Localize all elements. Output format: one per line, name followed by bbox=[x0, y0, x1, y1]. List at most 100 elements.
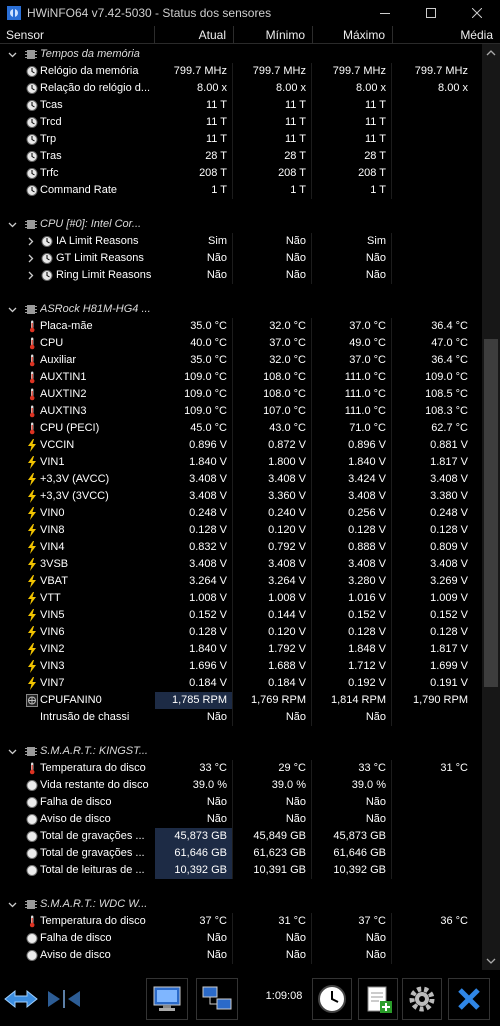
sensor-row[interactable]: CPU (PECI) 45.0 °C 43.0 °C 71.0 °C 62.7 °C bbox=[0, 420, 482, 437]
sensor-row[interactable]: VIN7 0.184 V 0.184 V 0.192 V 0.191 V bbox=[0, 675, 482, 692]
sensor-row[interactable]: +3,3V (3VCC) 3.408 V 3.360 V 3.408 V 3.380 V bbox=[0, 488, 482, 505]
min-value: 3.408 V bbox=[234, 471, 312, 488]
min-value: 10,391 GB bbox=[234, 862, 312, 879]
average-value: 108.5 °C bbox=[425, 388, 468, 400]
sensor-row[interactable]: VIN4 0.832 V 0.792 V 0.888 V 0.809 V bbox=[0, 539, 482, 556]
sensor-row[interactable]: Trp 11 T 11 T 11 T bbox=[0, 131, 482, 148]
vertical-scrollbar[interactable] bbox=[482, 44, 500, 970]
sensor-row[interactable]: Total de leituras de ... 10,392 GB 10,391 … bbox=[0, 862, 482, 879]
column-header-average[interactable]: Média bbox=[393, 26, 500, 44]
clock-icon bbox=[318, 985, 346, 1013]
sensor-row[interactable]: AUXTIN2 109.0 °C 108.0 °C 111.0 °C 108.5 °C bbox=[0, 386, 482, 403]
sensor-row[interactable]: VIN3 1.696 V 1.688 V 1.712 V 1.699 V bbox=[0, 658, 482, 675]
status-circle-icon bbox=[26, 865, 38, 876]
sensor-row[interactable]: IA Limit Reasons Sim Não Sim bbox=[0, 233, 482, 250]
clock-button[interactable] bbox=[312, 978, 352, 1020]
clock-icon bbox=[41, 236, 53, 247]
sensor-row[interactable]: Falha de disco Não Não Não bbox=[0, 794, 482, 811]
sensor-row[interactable]: Falha de disco Não Não Não bbox=[0, 930, 482, 947]
average-value: 3.269 V bbox=[430, 575, 468, 587]
current-value: 0.184 V bbox=[155, 675, 233, 692]
sensor-row[interactable]: GT Limit Reasons Não Não Não bbox=[0, 250, 482, 267]
current-value: 37 °C bbox=[155, 913, 233, 930]
settings-button[interactable] bbox=[402, 978, 442, 1020]
sensor-row[interactable]: VBAT 3.264 V 3.264 V 3.280 V 3.269 V bbox=[0, 573, 482, 590]
window-title: HWiNFO64 v7.42-5030 - Status dos sensore… bbox=[27, 6, 272, 20]
collapse-chevron-icon[interactable] bbox=[7, 49, 18, 60]
collapse-arrows-button[interactable] bbox=[44, 978, 84, 1020]
sensor-name: VTT bbox=[40, 592, 61, 604]
sensor-row[interactable]: CPU 40.0 °C 37.0 °C 49.0 °C 47.0 °C bbox=[0, 335, 482, 352]
sensor-row[interactable]: Tcas 11 T 11 T 11 T bbox=[0, 97, 482, 114]
sensor-row[interactable]: Aviso de disco Não Não Não bbox=[0, 947, 482, 964]
sensor-row[interactable]: Auxiliar 35.0 °C 32.0 °C 37.0 °C 36.4 °C bbox=[0, 352, 482, 369]
sensor-row[interactable]: VIN0 0.248 V 0.240 V 0.256 V 0.248 V bbox=[0, 505, 482, 522]
report-button[interactable] bbox=[146, 978, 188, 1020]
sensor-row[interactable]: VIN6 0.128 V 0.120 V 0.128 V 0.128 V bbox=[0, 624, 482, 641]
maximize-button[interactable] bbox=[408, 0, 454, 26]
sensor-group-header[interactable]: S.M.A.R.T.: WDC W... bbox=[0, 896, 482, 913]
sensor-row[interactable]: Placa-mãe 35.0 °C 32.0 °C 37.0 °C 36.4 °C bbox=[0, 318, 482, 335]
network-button[interactable] bbox=[196, 978, 238, 1020]
sensor-row[interactable]: VTT 1.008 V 1.008 V 1.016 V 1.009 V bbox=[0, 590, 482, 607]
collapse-chevron-icon[interactable] bbox=[7, 746, 18, 757]
sensor-row[interactable]: Vida restante do disco 39.0 % 39.0 % 39.0 % bbox=[0, 777, 482, 794]
navigate-arrows-button[interactable] bbox=[2, 978, 40, 1020]
sensor-name: Falha de disco bbox=[40, 932, 112, 944]
sensor-row[interactable]: Relógio da memória 799.7 MHz 799.7 MHz 799.… bbox=[0, 63, 482, 80]
minimize-button[interactable] bbox=[362, 0, 408, 26]
column-header-sensor[interactable]: Sensor bbox=[0, 26, 155, 44]
sensor-row[interactable]: VCCIN 0.896 V 0.872 V 0.896 V 0.881 V bbox=[0, 437, 482, 454]
collapse-chevron-icon[interactable] bbox=[7, 219, 18, 230]
scrollbar-thumb[interactable] bbox=[484, 339, 498, 687]
sensor-row[interactable]: AUXTIN3 109.0 °C 107.0 °C 111.0 °C 108.3 °C bbox=[0, 403, 482, 420]
sensor-row[interactable]: VIN5 0.152 V 0.144 V 0.152 V 0.152 V bbox=[0, 607, 482, 624]
collapse-chevron-icon[interactable] bbox=[7, 899, 18, 910]
sensor-row[interactable]: Total de gravações ... 61,646 GB 61,623 GB… bbox=[0, 845, 482, 862]
sensor-group-header[interactable]: CPU [#0]: Intel Cor... bbox=[0, 216, 482, 233]
close-button[interactable] bbox=[454, 0, 500, 26]
expand-chevron-icon[interactable] bbox=[25, 236, 36, 247]
add-log-button[interactable] bbox=[358, 978, 398, 1020]
close-sensors-button[interactable] bbox=[448, 978, 490, 1020]
sensor-row[interactable]: Command Rate 1 T1 T1 T bbox=[0, 182, 482, 199]
sensor-row[interactable]: Tras 28 T 28 T 28 T bbox=[0, 148, 482, 165]
min-value: 31 °C bbox=[234, 913, 312, 930]
min-value: Não bbox=[234, 233, 312, 250]
collapse-chevron-icon[interactable] bbox=[7, 304, 18, 315]
sensor-group-header[interactable]: ASRock H81M-HG4 ... bbox=[0, 301, 482, 318]
sensor-row[interactable]: AUXTIN1 109.0 °C 108.0 °C 111.0 °C 109.0 °C bbox=[0, 369, 482, 386]
sensor-row[interactable]: Temperatura do disco 37 °C 31 °C 37 °C 36 °C bbox=[0, 913, 482, 930]
sensor-group-header[interactable]: S.M.A.R.T.: KINGST... bbox=[0, 743, 482, 760]
lightning-icon bbox=[28, 660, 36, 673]
expand-chevron-icon[interactable] bbox=[25, 253, 36, 264]
sensor-row[interactable]: 3VSB 3.408 V 3.408 V 3.408 V 3.408 V bbox=[0, 556, 482, 573]
scroll-up-arrow-icon[interactable] bbox=[486, 48, 496, 58]
sensor-row[interactable]: Temperatura do disco 33 °C 29 °C 33 °C 31 °C bbox=[0, 760, 482, 777]
current-value: Não bbox=[155, 794, 233, 811]
max-value: 208 T bbox=[313, 165, 392, 182]
sensor-row[interactable]: +3,3V (AVCC) 3.408 V 3.408 V 3.424 V 3.408 V bbox=[0, 471, 482, 488]
sensor-row[interactable]: Aviso de disco Não Não Não bbox=[0, 811, 482, 828]
scroll-down-arrow-icon[interactable] bbox=[486, 956, 496, 966]
sensor-row[interactable]: Intrusão de chassi Não Não Não bbox=[0, 709, 482, 726]
sensor-row[interactable]: Total de gravações ... 45,873 GB 45,849 GB… bbox=[0, 828, 482, 845]
sensor-name: Trcd bbox=[40, 116, 62, 128]
sensor-row[interactable]: VIN1 1.840 V 1.800 V 1.840 V 1.817 V bbox=[0, 454, 482, 471]
status-circle-icon bbox=[26, 780, 38, 791]
column-header-min[interactable]: Mínimo bbox=[234, 26, 313, 44]
sensor-row[interactable]: VIN8 0.128 V 0.120 V 0.128 V 0.128 V bbox=[0, 522, 482, 539]
sensor-name: VIN5 bbox=[40, 609, 65, 621]
average-value: 799.7 MHz bbox=[414, 65, 468, 77]
sensor-row[interactable]: Trfc 208 T 208 T 208 T bbox=[0, 165, 482, 182]
sensor-row[interactable]: VIN2 1.840 V 1.792 V 1.848 V 1.817 V bbox=[0, 641, 482, 658]
expand-chevron-icon[interactable] bbox=[25, 270, 36, 281]
sensor-row[interactable]: Trcd 11 T 11 T 11 T bbox=[0, 114, 482, 131]
column-header-max[interactable]: Máximo bbox=[313, 26, 393, 44]
max-value: 11 T bbox=[313, 97, 392, 114]
sensor-row[interactable]: CPUFANIN0 1,785 RPM 1,769 RPM 1,814 RPM 1,79… bbox=[0, 692, 482, 709]
column-header-current[interactable]: Atual bbox=[155, 26, 234, 44]
sensor-group-header[interactable]: Tempos da memória bbox=[0, 46, 482, 63]
sensor-row[interactable]: Ring Limit Reasons Não Não Não bbox=[0, 267, 482, 284]
sensor-row[interactable]: Relação do relógio d... 8.00 x 8.00 x 8.00 … bbox=[0, 80, 482, 97]
